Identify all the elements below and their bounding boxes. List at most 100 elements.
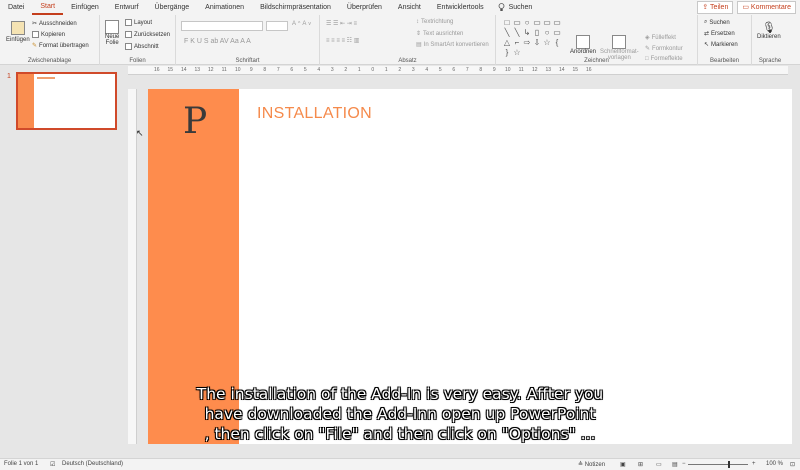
find-button[interactable]: ⌕ Suchen xyxy=(704,19,730,26)
share-button[interactable]: ⇪ Teilen xyxy=(697,1,734,14)
shape-gallery-item[interactable]: ▭ xyxy=(552,18,562,28)
zoom-level[interactable]: 100 % xyxy=(766,461,783,467)
menu-bar: Datei Start Einfügen Entwurf Übergänge A… xyxy=(0,0,800,15)
thumbnail-title xyxy=(37,77,55,79)
section-button[interactable]: Abschnitt xyxy=(125,43,159,50)
tab-entwurf[interactable]: Entwurf xyxy=(107,0,147,15)
shape-gallery-item[interactable]: ☆ xyxy=(512,48,522,58)
scissors-icon: ✂ xyxy=(32,21,38,27)
shape-gallery-item[interactable]: ╲ xyxy=(502,28,512,38)
horizontal-ruler: 16 15 14 13 12 11 10 9 8 7 6 5 4 3 2 1 0 1 2 3 4 5 6 7 8 9 10 11 12 1… xyxy=(128,66,788,75)
ruler-tick-label: 16 xyxy=(153,67,160,73)
shapes-gallery[interactable]: □ ▭ ○ ▭ ▭ ▭ ╲ ╲ ↳ ▯ ○ ▭ △ ⌐ ⇨ ⇩ ☆{} ☆ xyxy=(502,18,562,57)
view-slideshow-icon[interactable]: ▤ xyxy=(672,461,678,468)
shape-gallery-item[interactable]: ↳ xyxy=(522,28,532,38)
zoom-out-icon[interactable]: − xyxy=(682,461,686,467)
align-buttons[interactable]: ≡ ≡ ≡ ≡ ☷ ▥ xyxy=(326,37,359,44)
align-text-button[interactable]: ⇕ Text ausrichten xyxy=(416,30,463,38)
shape-fill-button[interactable]: ◈ Fülleffekt xyxy=(645,34,676,42)
zoom-in-icon[interactable]: + xyxy=(752,461,756,467)
shape-effects-label: Formeffekte xyxy=(650,56,683,62)
tab-bildschirmpraesentation[interactable]: Bildschirmpräsentation xyxy=(252,0,339,15)
shape-gallery-item[interactable]: ╲ xyxy=(512,28,522,38)
shape-gallery-item[interactable]: ▭ xyxy=(542,18,552,28)
slide-title[interactable]: INSTALLATION xyxy=(257,105,372,123)
select-button[interactable]: ↖ Markieren xyxy=(704,41,738,49)
tab-animationen[interactable]: Animationen xyxy=(197,0,252,15)
shape-gallery-item[interactable]: ▭ xyxy=(532,18,542,28)
cut-label: Ausschneiden xyxy=(39,20,77,27)
shape-gallery-item[interactable]: ▯ xyxy=(532,28,542,38)
spellcheck-icon[interactable]: ☑ xyxy=(50,461,55,468)
shape-gallery-item[interactable]: ⌐ xyxy=(512,38,522,48)
shape-gallery-item[interactable]: ▭ xyxy=(512,18,522,28)
language-label[interactable]: Deutsch (Deutschland) xyxy=(62,461,123,467)
font-name-input[interactable] xyxy=(181,21,263,31)
zoom-slider-thumb[interactable] xyxy=(728,461,730,468)
zoom-slider[interactable] xyxy=(688,464,748,465)
shape-gallery-item[interactable]: □ xyxy=(502,18,512,28)
arrange-icon xyxy=(576,35,591,49)
ruler-tick-label: 4 xyxy=(317,67,321,73)
format-painter-button[interactable]: ✎ Format übertragen xyxy=(32,42,89,50)
quick-styles-button[interactable]: Schnellformat- vorlagen xyxy=(600,35,639,61)
shape-gallery-item[interactable]: } xyxy=(502,48,512,58)
new-slide-button[interactable]: Neue Folie xyxy=(105,20,119,46)
slide-thumbnail[interactable] xyxy=(16,72,117,130)
tab-einfuegen[interactable]: Einfügen xyxy=(63,0,107,15)
shape-gallery-item[interactable]: ⇨ xyxy=(522,38,532,48)
group-label-font: Schriftart xyxy=(235,58,260,64)
ruler-tick-label: 2 xyxy=(344,67,348,73)
paste-button[interactable]: Einfügen xyxy=(6,21,30,43)
notes-button[interactable]: ≜ Notizen xyxy=(578,461,605,468)
fit-slide-icon[interactable]: ⊡ xyxy=(790,461,795,468)
ribbon: Einfügen ✂ Ausschneiden Kopieren ✎ Format … xyxy=(0,15,800,65)
shape-gallery-item[interactable]: ☆ xyxy=(542,38,552,48)
shape-gallery-item[interactable] xyxy=(532,48,542,58)
notes-icon: ≜ xyxy=(578,462,584,468)
font-format-buttons[interactable]: F K U S ab AV Aa A A xyxy=(184,38,251,45)
shape-gallery-item[interactable] xyxy=(542,48,552,58)
bullets-button[interactable]: ☰ ☰ ⇤ ⇥ ≡ xyxy=(326,20,357,27)
comments-button[interactable]: ▭ Kommentare xyxy=(737,1,796,14)
shape-effects-button[interactable]: □ Formeffekte xyxy=(645,56,683,62)
grow-font-button[interactable]: A ^ Av xyxy=(292,21,311,27)
cursor-icon: ↖ xyxy=(704,42,710,48)
tab-ueberpruefen[interactable]: Überprüfen xyxy=(339,0,390,15)
shape-gallery-item[interactable]: ○ xyxy=(522,18,532,28)
tab-ansicht[interactable]: Ansicht xyxy=(390,0,429,15)
view-reading-icon[interactable]: ▭ xyxy=(656,461,662,468)
layout-button[interactable]: Layout xyxy=(125,19,152,26)
thumbnail-number: 1 xyxy=(7,73,11,80)
cut-button[interactable]: ✂ Ausschneiden xyxy=(32,20,77,28)
copy-button[interactable]: Kopieren xyxy=(32,31,65,38)
shape-gallery-item[interactable]: { xyxy=(552,38,562,48)
shape-gallery-item[interactable]: ⇩ xyxy=(532,38,542,48)
arrange-button[interactable]: Anordnen xyxy=(570,35,596,55)
text-direction-button[interactable]: ↕ Textrichtung xyxy=(416,19,453,25)
dictate-button[interactable]: 🎙 Diktieren xyxy=(757,21,781,40)
shape-outline-button[interactable]: ✎ Formkontur xyxy=(645,45,683,53)
search-box[interactable]: Suchen xyxy=(492,0,532,15)
shape-gallery-item[interactable]: △ xyxy=(502,38,512,48)
ruler-tick-label: 7 xyxy=(276,67,280,73)
shape-gallery-item[interactable] xyxy=(552,48,562,58)
copy-label: Kopieren xyxy=(41,31,66,38)
view-sorter-icon[interactable]: ⊞ xyxy=(638,461,643,468)
tab-entwicklertools[interactable]: Entwicklertools xyxy=(429,0,492,15)
slide-logo: P xyxy=(183,101,208,142)
shape-gallery-item[interactable]: ○ xyxy=(542,28,552,38)
smartart-button[interactable]: ▤ In SmartArt konvertieren xyxy=(416,41,489,49)
shape-gallery-item[interactable]: ▭ xyxy=(552,28,562,38)
format-painter-label: Format übertragen xyxy=(39,42,89,49)
reset-button[interactable]: Zurücksetzen xyxy=(125,31,170,38)
layout-label: Layout xyxy=(134,19,153,26)
replace-button[interactable]: ⇄ Ersetzen xyxy=(704,30,735,38)
tab-start[interactable]: Start xyxy=(32,0,64,15)
lightbulb-icon xyxy=(498,3,504,11)
view-normal-icon[interactable]: ▣ xyxy=(620,461,626,468)
font-size-input[interactable] xyxy=(266,21,288,31)
shape-gallery-item[interactable] xyxy=(522,48,532,58)
tab-datei[interactable]: Datei xyxy=(0,0,32,15)
tab-uebergaenge[interactable]: Übergänge xyxy=(147,0,198,15)
